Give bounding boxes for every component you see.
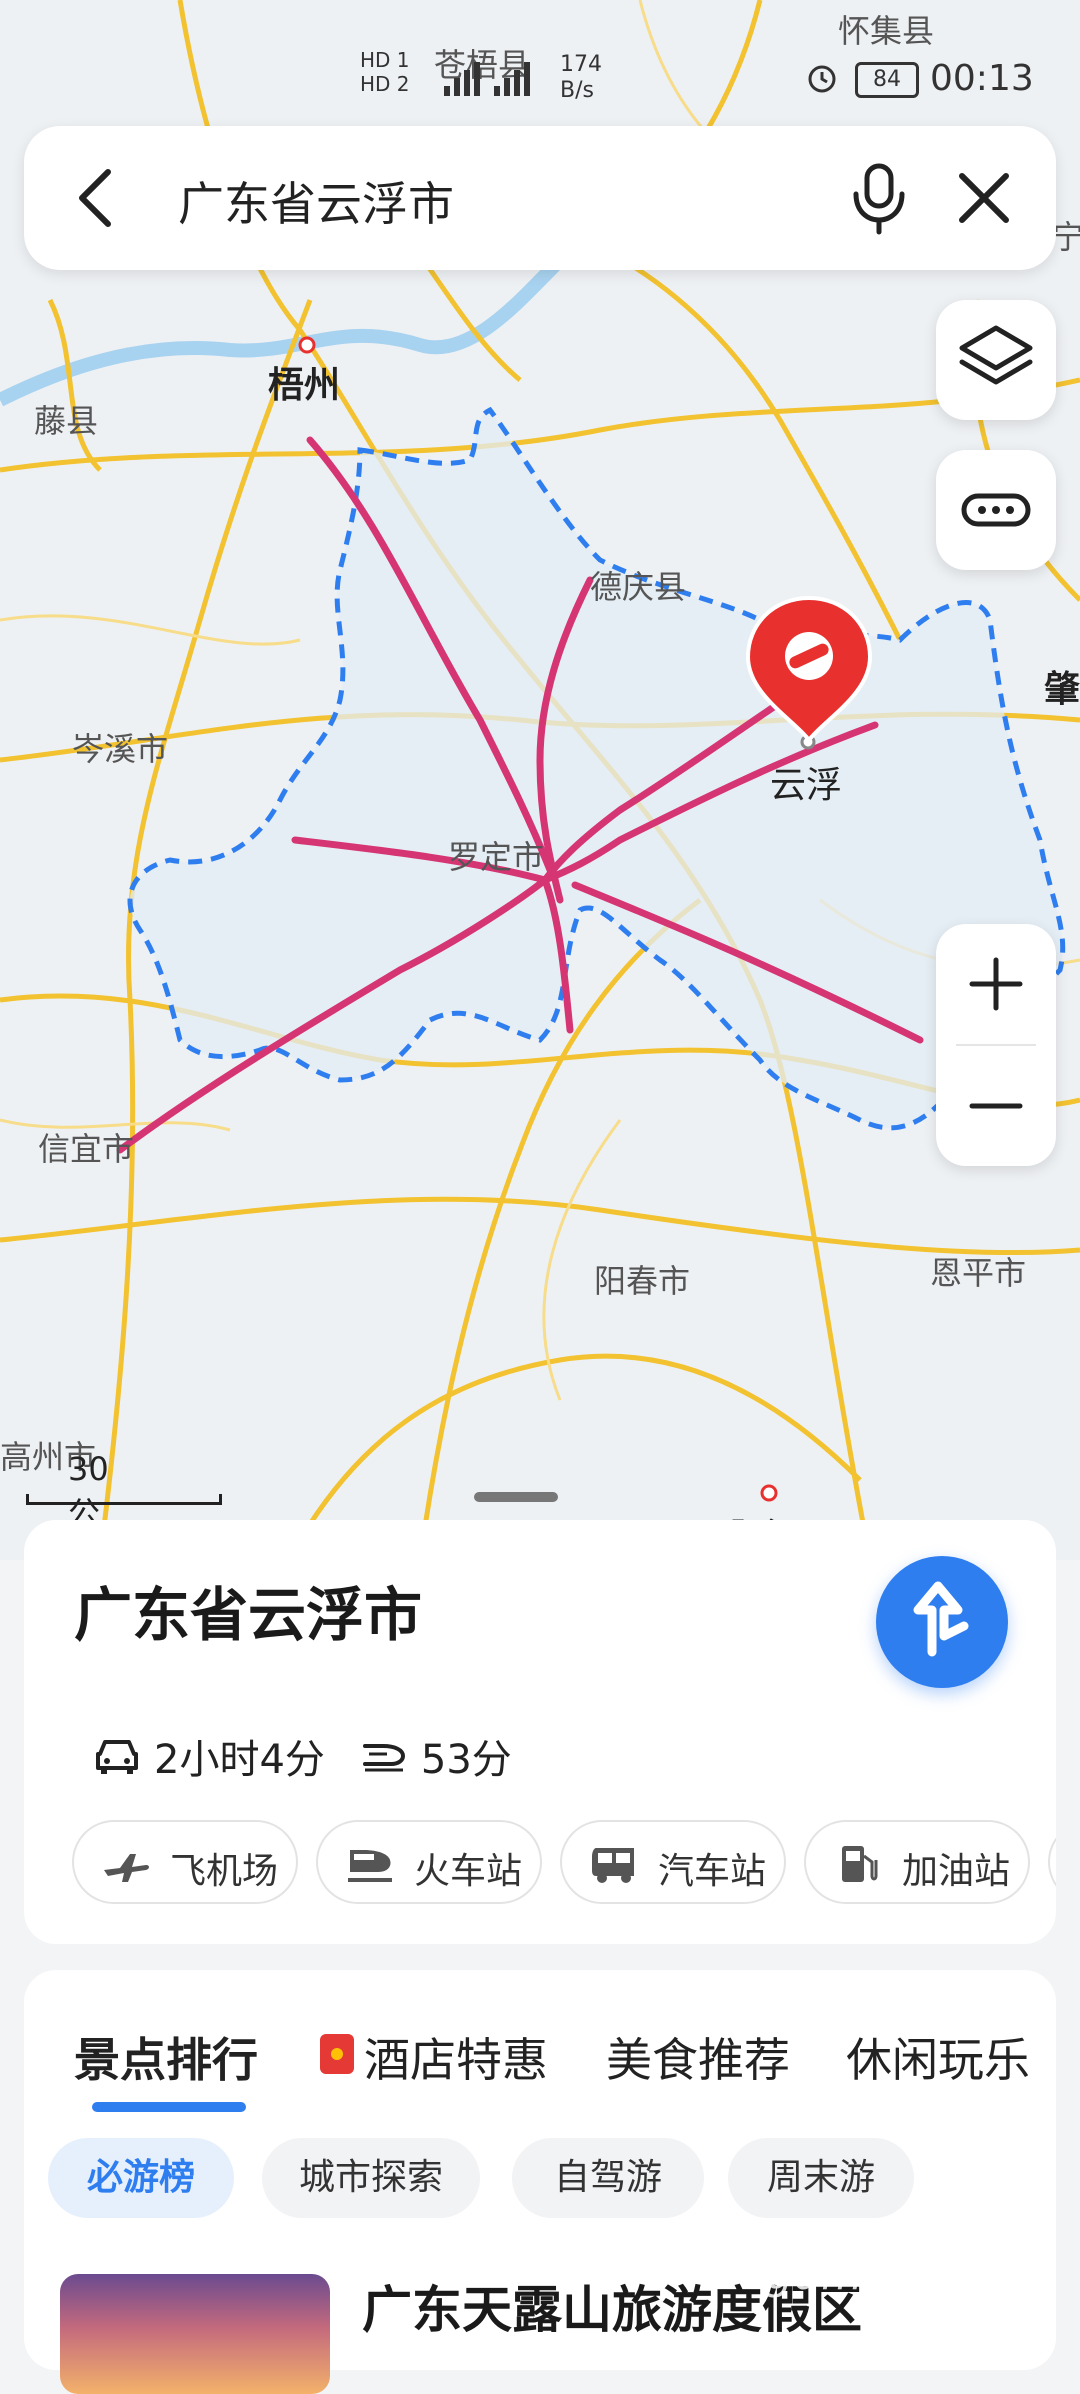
place-title: 广东省云浮市 <box>74 1581 423 1649</box>
region-boundary <box>127 406 1066 1131</box>
more-button[interactable] <box>936 450 1056 570</box>
bus-icon <box>592 1848 634 1883</box>
hd2-label: HD 2 <box>360 72 410 96</box>
watermark: gdmm.com <box>766 2250 1013 2299</box>
tab-attractions[interactable]: 景点排行 <box>74 2024 258 2090</box>
chip-label: 火车站 <box>414 1851 523 1892</box>
discover-card: 景点排行 酒店特惠 美食推荐 休闲玩乐 必游榜 城市探索 自驾游 周末游 广东天… <box>24 1970 1056 2394</box>
tab-leisure[interactable]: 休闲玩乐 <box>846 2024 1030 2090</box>
drive-time-value: 2小时4分 <box>154 1737 325 1783</box>
map-label-luoding: 罗定市 <box>448 838 545 876</box>
chip-label: 汽车站 <box>658 1851 767 1892</box>
place-card: 广东省云浮市 2小时4分 53分 飞机场 火车站 汽车站 加油站 <box>24 1520 1056 1944</box>
gas-station-icon <box>842 1846 878 1882</box>
map-label-tengxian: 藤县 <box>34 402 99 440</box>
train-time[interactable]: 53分 <box>361 1727 512 1785</box>
bottom-sheet-handle[interactable] <box>474 1492 558 1502</box>
search-bar[interactable]: 广东省云浮市 <box>24 126 1056 270</box>
clock: 00:13 <box>930 58 1034 99</box>
chip-bus-station[interactable]: 汽车站 <box>560 1820 786 1904</box>
high-speed-train-icon <box>362 1744 405 1772</box>
active-tab-indicator <box>92 2102 246 2112</box>
signal-bars-icon <box>444 62 530 96</box>
result-thumbnail[interactable] <box>60 2274 330 2394</box>
network-speed-unit: B/s <box>560 78 594 103</box>
map-label-ning: 宁 <box>1052 218 1080 256</box>
zoom-in-icon[interactable] <box>936 924 1056 1044</box>
train-icon <box>348 1850 392 1882</box>
map-scale-bar <box>26 1494 222 1505</box>
map-label-enping: 恩平市 <box>930 1254 1027 1292</box>
alarm-icon <box>808 65 836 93</box>
map-label-xinyi: 信宜市 <box>38 1130 135 1168</box>
map-label-wuzhou: 梧州 <box>268 365 341 406</box>
location-pin-icon[interactable] <box>744 594 874 744</box>
chip-more[interactable] <box>1048 1820 1056 1904</box>
network-speed-value: 174 <box>560 52 602 77</box>
tab-hotel-deals[interactable]: 酒店特惠 <box>364 2024 548 2090</box>
chip-airport[interactable]: 飞机场 <box>72 1820 298 1904</box>
nearby-chips: 飞机场 火车站 汽车站 加油站 <box>72 1820 1056 1910</box>
battery-indicator: 84 <box>855 62 919 98</box>
city-dot <box>760 1484 778 1502</box>
microphone-icon[interactable] <box>844 160 914 236</box>
filter-city-explore[interactable]: 城市探索 <box>262 2138 480 2218</box>
map-label-zhao: 肇 <box>1044 669 1080 710</box>
red-packet-icon <box>320 2034 354 2074</box>
car-icon <box>96 1740 138 1774</box>
map-label-yangchun: 阳春市 <box>594 1262 691 1300</box>
layers-button[interactable] <box>936 300 1056 420</box>
chip-label: 飞机场 <box>170 1851 279 1892</box>
navigation-arrow-icon <box>913 1581 969 1657</box>
layers-icon <box>959 325 1033 385</box>
map-label-deqing: 德庆县 <box>590 568 687 606</box>
filter-weekend[interactable]: 周末游 <box>728 2138 914 2218</box>
more-dots-icon <box>961 493 1031 527</box>
navigate-button[interactable] <box>876 1556 1008 1688</box>
chip-label: 加油站 <box>902 1851 1011 1892</box>
map-label-cenxi: 岑溪市 <box>72 730 169 768</box>
signal-hd-indicators: HD 1 HD 2 <box>360 48 410 96</box>
close-icon[interactable] <box>954 168 1014 228</box>
drive-time[interactable]: 2小时4分 <box>94 1727 325 1785</box>
network-speed: 174 B/s <box>560 52 602 104</box>
filter-self-drive[interactable]: 自驾游 <box>512 2138 704 2218</box>
zoom-out-icon[interactable] <box>936 1046 1056 1166</box>
chip-train-station[interactable]: 火车站 <box>316 1820 542 1904</box>
search-query-text[interactable]: 广东省云浮市 <box>178 168 454 234</box>
back-arrow-icon[interactable] <box>68 166 128 230</box>
status-bar: HD 1 HD 2 174 B/s 84 00:13 <box>0 0 1080 130</box>
plane-icon <box>104 1854 149 1882</box>
train-time-value: 53分 <box>420 1737 512 1783</box>
zoom-control <box>936 924 1056 1166</box>
tab-food[interactable]: 美食推荐 <box>606 2024 790 2090</box>
filter-must-visit[interactable]: 必游榜 <box>48 2138 234 2218</box>
hd1-label: HD 1 <box>360 48 410 72</box>
city-dot <box>298 336 316 354</box>
chip-gas-station[interactable]: 加油站 <box>804 1820 1030 1904</box>
map-label-yunfu: 云浮 <box>770 765 843 806</box>
travel-times: 2小时4分 53分 <box>94 1726 548 1786</box>
